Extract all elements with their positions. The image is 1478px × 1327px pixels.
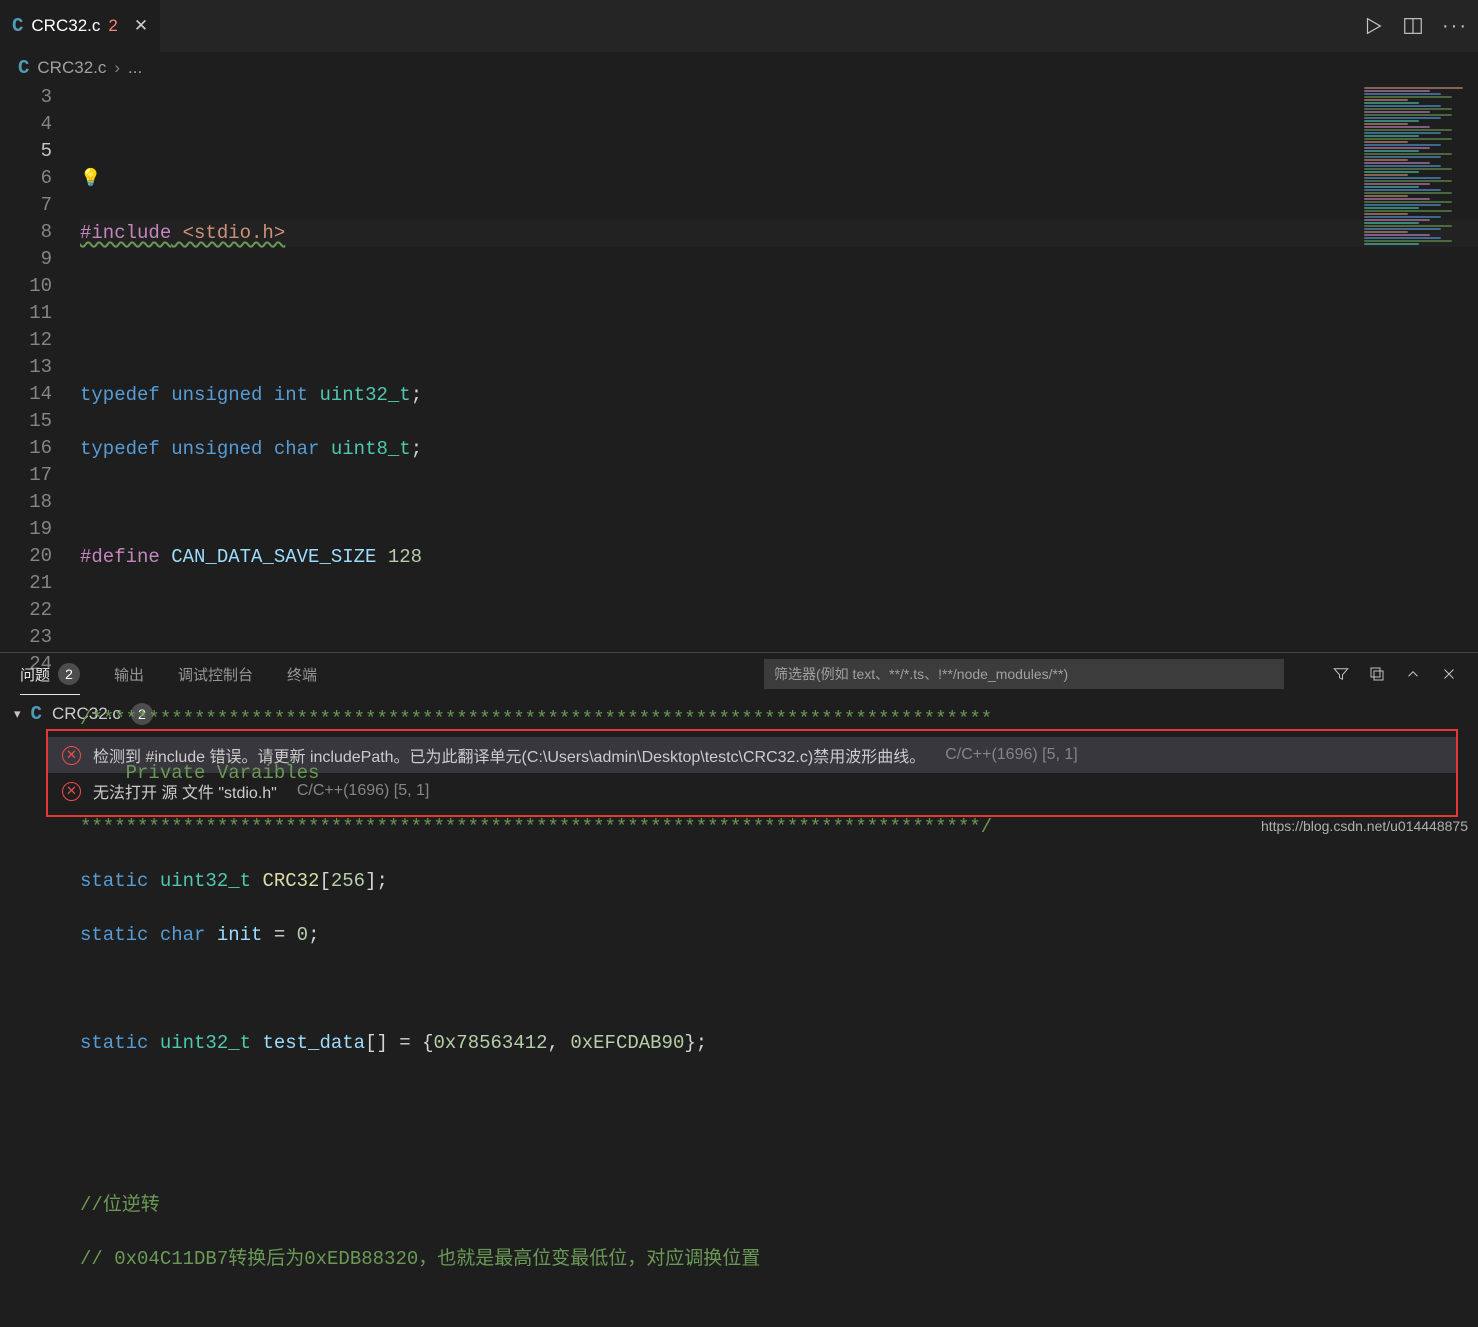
problems-filter-input[interactable] [764,659,1284,689]
close-panel-icon[interactable] [1440,665,1458,683]
tab-debug-console[interactable]: 调试控制台 [178,664,253,685]
code-editor[interactable]: 3 4 5 6 7 8 9 10 11 12 13 14 15 16 17 18… [0,84,1478,652]
breadcrumb-separator: › [114,58,120,78]
breadcrumb-file: CRC32.c [37,58,106,78]
watermark: https://blog.csdn.net/u014448875 [1261,818,1468,834]
breadcrumb[interactable]: C CRC32.c › ... [0,52,1478,84]
tab-output[interactable]: 输出 [114,664,144,685]
code-content[interactable]: 💡 #include <stdio.h> typedef unsigned in… [80,84,1478,652]
tab-terminal[interactable]: 终端 [287,664,317,685]
tab-filename: CRC32.c [31,16,100,36]
editor-actions: ··· [1362,0,1468,52]
breadcrumb-rest: ... [128,58,142,78]
c-file-icon: C [18,57,29,79]
split-editor-icon[interactable] [1402,15,1424,37]
close-icon[interactable]: ✕ [134,16,148,36]
more-actions-icon[interactable]: ··· [1442,15,1468,38]
filter-icon[interactable] [1332,665,1350,683]
tab-crc32[interactable]: C CRC32.c 2 ✕ [0,0,160,52]
c-file-icon: C [12,15,23,37]
tab-bar: C CRC32.c 2 ✕ ··· [0,0,1478,52]
lightbulb-icon[interactable]: 💡 [80,170,101,189]
line-number-gutter: 3 4 5 6 7 8 9 10 11 12 13 14 15 16 17 18… [0,84,80,652]
chevron-up-icon[interactable] [1404,665,1422,683]
tab-problems[interactable]: 问题 2 [20,663,80,685]
chevron-down-icon[interactable]: ▾ [14,706,21,722]
error-icon: ✕ [62,746,81,765]
run-icon[interactable] [1362,15,1384,37]
collapse-all-icon[interactable] [1368,665,1386,683]
panel-tab-bar: 问题 2 输出 调试控制台 终端 [0,653,1478,695]
panel-actions [1332,665,1458,683]
tab-problem-count: 2 [108,16,117,36]
problems-badge: 2 [58,663,80,685]
c-file-icon: C [31,703,42,725]
error-icon: ✕ [62,782,81,801]
minimap[interactable] [1364,86,1474,406]
